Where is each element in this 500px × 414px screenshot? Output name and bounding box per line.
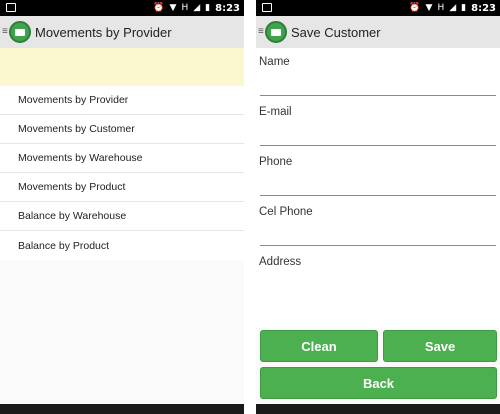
wifi-icon: ▼ xyxy=(425,2,433,13)
clock: 8:23 xyxy=(471,2,496,14)
battery-icon: ▮ xyxy=(461,2,467,13)
customer-form: Name E-mail Phone Cel Phone Address xyxy=(256,48,500,328)
phone-underline xyxy=(260,195,496,196)
email-input[interactable] xyxy=(260,124,496,144)
menu-item-movements-by-customer[interactable]: Movements by Customer xyxy=(0,115,244,144)
back-button[interactable]: Back xyxy=(260,367,497,399)
notification-icon xyxy=(262,3,272,12)
status-bar: ⏰ ▼ H ◢ ▮ 8:23 xyxy=(256,0,500,16)
menu-item-label: Movements by Provider xyxy=(18,94,129,106)
action-bar: ≡ Movements by Provider xyxy=(0,16,244,48)
cel-phone-label: Cel Phone xyxy=(259,206,313,218)
wifi-icon: ▼ xyxy=(169,2,177,13)
phone-field: Phone xyxy=(256,148,500,198)
menu-icon[interactable]: ≡ xyxy=(2,27,8,37)
battery-icon: ▮ xyxy=(205,2,211,13)
cel-phone-underline xyxy=(260,245,496,246)
menu-item-label: Balance by Warehouse xyxy=(18,210,127,222)
page-title: Save Customer xyxy=(291,24,381,40)
name-field: Name xyxy=(256,48,500,98)
name-input[interactable] xyxy=(260,74,496,94)
network-type-label: H xyxy=(437,2,445,13)
menu-icon[interactable]: ≡ xyxy=(258,27,264,37)
menu-item-label: Movements by Customer xyxy=(18,123,135,135)
menu-item-label: Movements by Warehouse xyxy=(18,152,143,164)
right-screen: ⏰ ▼ H ◢ ▮ 8:23 ≡ Save Customer Name E-ma… xyxy=(256,0,500,414)
banner xyxy=(0,48,244,86)
phone-input[interactable] xyxy=(260,174,496,194)
page-title: Movements by Provider xyxy=(35,24,172,40)
phone-label: Phone xyxy=(259,156,293,168)
network-type-label: H xyxy=(181,2,189,13)
menu-item-label: Balance by Product xyxy=(18,239,110,252)
address-label: Address xyxy=(259,256,302,268)
menu-item-movements-by-warehouse[interactable]: Movements by Warehouse xyxy=(0,144,244,173)
menu-item-balance-by-warehouse[interactable]: Balance by Warehouse xyxy=(0,202,244,231)
alarm-icon: ⏰ xyxy=(409,2,421,13)
address-field: Address xyxy=(256,248,500,328)
clock: 8:23 xyxy=(215,2,240,14)
menu-item-label: Movements by Product xyxy=(18,181,126,193)
clean-button[interactable]: Clean xyxy=(260,330,378,362)
navigation-bar xyxy=(0,404,244,414)
action-bar: ≡ Save Customer xyxy=(256,16,500,48)
status-bar: ⏰ ▼ H ◢ ▮ 8:23 xyxy=(0,0,244,16)
app-basket-icon[interactable] xyxy=(265,21,287,43)
app-basket-icon[interactable] xyxy=(9,21,31,43)
email-underline xyxy=(260,145,496,146)
address-input[interactable] xyxy=(260,274,496,294)
name-label: Name xyxy=(259,56,290,68)
signal-icon: ◢ xyxy=(449,2,457,13)
email-field: E-mail xyxy=(256,98,500,148)
menu-item-movements-by-product[interactable]: Movements by Product xyxy=(0,173,244,202)
alarm-icon: ⏰ xyxy=(153,2,165,13)
menu-item-balance-by-product[interactable]: Balance by Product xyxy=(0,231,244,260)
menu-item-movements-by-provider[interactable]: Movements by Provider xyxy=(0,86,244,115)
report-menu: Movements by Provider Movements by Custo… xyxy=(0,86,244,260)
cel-phone-field: Cel Phone xyxy=(256,198,500,248)
cel-phone-input[interactable] xyxy=(260,224,496,244)
email-label: E-mail xyxy=(259,106,292,118)
signal-icon: ◢ xyxy=(193,2,201,13)
notification-icon xyxy=(6,3,16,12)
save-button[interactable]: Save xyxy=(383,330,497,362)
navigation-bar xyxy=(256,404,500,414)
name-underline xyxy=(260,95,496,96)
left-screen: ⏰ ▼ H ◢ ▮ 8:23 ≡ Movements by Provider M… xyxy=(0,0,244,414)
